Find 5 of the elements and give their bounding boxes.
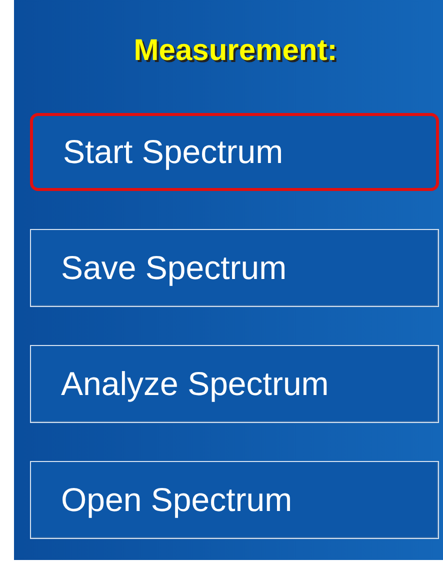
- spectrum-button[interactable]: Analyze Spectrum: [30, 345, 439, 423]
- panel-title: Measurement:: [134, 33, 338, 69]
- spectrum-button[interactable]: Start Spectrum: [30, 113, 439, 191]
- spectrum-button[interactable]: Save Spectrum: [30, 229, 439, 307]
- spectrum-button[interactable]: Open Spectrum: [30, 461, 439, 539]
